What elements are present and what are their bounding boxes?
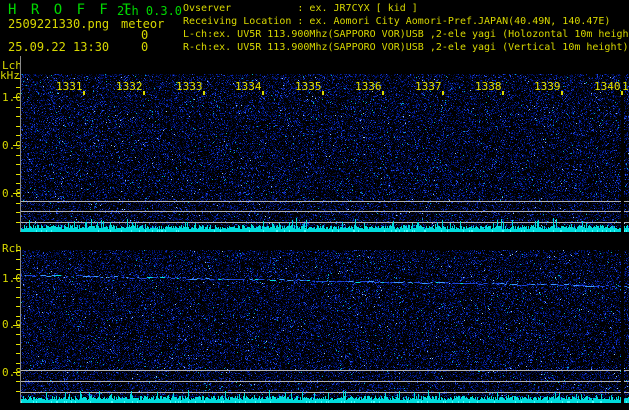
meteor-count-rch: 0	[141, 40, 148, 54]
time-tick-label: 1340	[594, 80, 621, 93]
time-tick-label: 1333	[176, 80, 203, 93]
frequency-unit-label: kHz	[0, 69, 20, 82]
output-filename: 2509221330.png	[8, 17, 109, 31]
time-tick-mark	[143, 91, 145, 95]
time-tick-label: 1332	[116, 80, 143, 93]
freq-minor-tick-mark	[16, 297, 20, 298]
freq-major-tick-mark	[13, 278, 20, 279]
freq-major-tick-mark	[13, 325, 20, 326]
rch-panel-label: Rch	[2, 242, 22, 255]
time-tick-label: 1336	[355, 80, 382, 93]
time-tick-mark	[621, 91, 623, 95]
lch-receiver-line: L-ch:ex. UV5R 113.900Mhz(SAPPORO VOR)USB…	[183, 29, 629, 40]
time-tick-mark	[382, 91, 384, 95]
time-tick-mark	[502, 91, 504, 95]
freq-minor-tick-mark	[16, 87, 20, 88]
freq-minor-tick-mark	[16, 381, 20, 382]
time-tick-label: 1331	[56, 80, 83, 93]
freq-major-tick-mark	[13, 372, 20, 373]
time-tick-mark	[83, 91, 85, 95]
time-tick-mark	[442, 91, 444, 95]
time-tick-mark	[561, 91, 563, 95]
freq-minor-tick-mark	[16, 363, 20, 364]
rch-left-axis-line	[20, 250, 21, 403]
freq-minor-tick-mark	[16, 203, 20, 204]
freq-minor-tick-mark	[16, 135, 20, 136]
freq-major-tick-mark	[13, 193, 20, 194]
observation-datetime: 25.09.22 13:30	[8, 40, 109, 54]
freq-minor-tick-mark	[16, 269, 20, 270]
freq-minor-tick-mark	[16, 316, 20, 317]
freq-minor-tick-mark	[16, 306, 20, 307]
freq-major-tick-mark	[13, 145, 20, 146]
app-title: H R O F F T	[8, 2, 134, 18]
freq-minor-tick-mark	[16, 183, 20, 184]
lch-left-axis-line	[20, 56, 21, 232]
observer-line: Ovserver : ex. JR7CYX [ kid ]	[183, 3, 418, 14]
freq-minor-tick-mark	[16, 212, 20, 213]
time-tick-label: 1335	[295, 80, 322, 93]
time-tick-label: 1339	[534, 80, 561, 93]
time-tick-label: 1334	[235, 80, 262, 93]
freq-minor-tick-mark	[16, 107, 20, 108]
time-tick-mark	[203, 91, 205, 95]
freq-minor-tick-mark	[16, 250, 20, 251]
freq-minor-tick-mark	[16, 334, 20, 335]
receiving-location-line: Receiving Location : ex. Aomori City Aom…	[183, 16, 610, 27]
freq-minor-tick-mark	[16, 222, 20, 223]
freq-minor-tick-mark	[16, 344, 20, 345]
channel-version: 2ch 0.3.0	[117, 4, 182, 18]
time-tick-label: 1338	[475, 80, 502, 93]
freq-minor-tick-mark	[16, 174, 20, 175]
freq-minor-tick-mark	[16, 353, 20, 354]
hrofft-window: H R O F F T 2ch 0.3.0 2509221330.png met…	[0, 0, 629, 410]
freq-minor-tick-mark	[16, 391, 20, 392]
freq-minor-tick-mark	[16, 259, 20, 260]
freq-minor-tick-mark	[16, 164, 20, 165]
freq-minor-tick-mark	[16, 116, 20, 117]
rch-spectrogram	[21, 250, 629, 403]
time-tick-mark	[322, 91, 324, 95]
freq-major-tick-mark	[13, 97, 20, 98]
freq-minor-tick-mark	[16, 155, 20, 156]
freq-minor-tick-mark	[16, 78, 20, 79]
freq-minor-tick-mark	[16, 287, 20, 288]
time-tick-mark	[262, 91, 264, 95]
rch-receiver-line: R-ch:ex. UV5R 113.900Mhz(SAPPORO VOR)USB…	[183, 42, 629, 53]
time-tick-label: 1337	[415, 80, 442, 93]
freq-minor-tick-mark	[16, 126, 20, 127]
